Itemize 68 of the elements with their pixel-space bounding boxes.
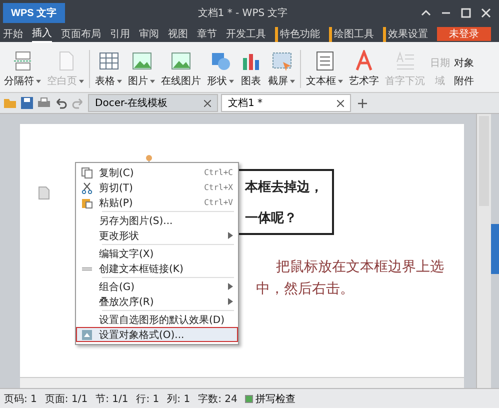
menu-item[interactable]: 设置自选图形的默认效果(D) bbox=[76, 312, 238, 327]
close-icon[interactable] bbox=[337, 100, 344, 106]
image-icon bbox=[170, 50, 192, 72]
menu-tab[interactable]: 章节 bbox=[197, 26, 217, 42]
scissors-icon bbox=[81, 182, 93, 194]
new-tab-icon[interactable] bbox=[358, 98, 367, 108]
clipboard-icon bbox=[81, 196, 93, 208]
copy-icon bbox=[81, 166, 93, 178]
menu-item[interactable]: 复制(C) Ctrl+C bbox=[76, 165, 238, 180]
vertical-scrollbar[interactable] bbox=[476, 114, 491, 388]
status-text: 字数: 24 bbox=[198, 392, 238, 406]
spell-check-toggle[interactable]: 拼写检查 bbox=[245, 392, 296, 406]
format-icon bbox=[81, 328, 93, 340]
print-icon[interactable] bbox=[37, 96, 51, 110]
text-box-icon bbox=[314, 50, 336, 72]
menu-tab[interactable]: 页面布局 bbox=[61, 26, 101, 42]
menu-item[interactable]: 组合(G) bbox=[76, 279, 238, 294]
undo-icon[interactable] bbox=[54, 96, 68, 110]
letter-a-icon bbox=[353, 50, 375, 72]
menu-tab[interactable]: 引用 bbox=[110, 26, 130, 42]
image-icon bbox=[130, 50, 152, 72]
document-tab[interactable]: Docer-在线模板 bbox=[88, 94, 218, 112]
ribbon-button[interactable]: 在线图片 bbox=[160, 50, 202, 88]
status-text: 节: 1/1 bbox=[96, 392, 128, 406]
menu-tab[interactable]: 审阅 bbox=[139, 26, 159, 42]
page-break-icon bbox=[12, 50, 34, 72]
maximize-icon[interactable] bbox=[461, 8, 471, 18]
ribbon-button[interactable]: 形状 bbox=[206, 50, 235, 88]
drop-cap-icon bbox=[394, 50, 416, 72]
status-text: 行: 1 bbox=[136, 392, 160, 406]
menu-item[interactable]: 创建文本框链接(K) bbox=[76, 261, 238, 276]
ribbon-button[interactable]: 图片 bbox=[127, 50, 156, 88]
menu-item[interactable]: 编辑文字(X) bbox=[76, 246, 238, 261]
close-icon[interactable] bbox=[204, 100, 211, 106]
horizontal-scrollbar[interactable] bbox=[20, 377, 464, 388]
status-text: 列: 1 bbox=[167, 392, 190, 406]
ribbon-button[interactable]: 图表 bbox=[239, 50, 263, 88]
menu-item[interactable]: 更改形状 bbox=[76, 228, 238, 243]
ribbon-button[interactable]: 附件 bbox=[454, 74, 474, 88]
ribbon-button[interactable]: 截屏 bbox=[267, 50, 296, 88]
document-tab[interactable]: 文档1 * bbox=[221, 94, 351, 112]
text-line: 本框去掉边， bbox=[245, 178, 323, 196]
status-text: 页码: 1 bbox=[4, 392, 37, 406]
menu-tab[interactable]: 开始 bbox=[3, 26, 23, 42]
shapes-icon bbox=[210, 50, 232, 72]
menu-tab[interactable]: 开发工具 bbox=[226, 26, 266, 42]
collapse-icon[interactable] bbox=[421, 8, 431, 18]
table-icon bbox=[98, 50, 120, 72]
login-button[interactable]: 未登录 bbox=[437, 27, 491, 41]
status-text: 页面: 1/1 bbox=[44, 392, 88, 406]
menu-item[interactable]: 剪切(T) Ctrl+X bbox=[76, 180, 238, 195]
menu-tab[interactable]: 视图 bbox=[168, 26, 188, 42]
ribbon-button[interactable]: 分隔符 bbox=[3, 50, 42, 88]
ribbon-button[interactable]: 对象 bbox=[454, 56, 474, 70]
text-line: 一体呢？ bbox=[245, 210, 297, 226]
menu-item[interactable]: 叠放次序(R) bbox=[76, 294, 238, 309]
ribbon-button[interactable]: 文本框 bbox=[305, 50, 344, 88]
app-menu-button[interactable]: WPS 文字 bbox=[3, 3, 65, 23]
screenshot-icon bbox=[270, 50, 292, 72]
ribbon-button[interactable]: 艺术字 bbox=[348, 50, 380, 88]
ribbon-button[interactable]: 表格 bbox=[94, 50, 123, 88]
menu-item[interactable]: 设置对象格式(O)... bbox=[76, 327, 238, 342]
menu-item[interactable]: 粘贴(P) Ctrl+V bbox=[76, 195, 238, 210]
window-title: 文档1 * - WPS 文字 bbox=[196, 6, 289, 20]
menu-item[interactable]: 另存为图片(S)... bbox=[76, 213, 238, 228]
save-icon[interactable] bbox=[20, 96, 34, 110]
document-icon bbox=[38, 186, 50, 200]
annotation-text: 把鼠标放在文本框边界上选 中，然后右击。 bbox=[256, 258, 445, 299]
